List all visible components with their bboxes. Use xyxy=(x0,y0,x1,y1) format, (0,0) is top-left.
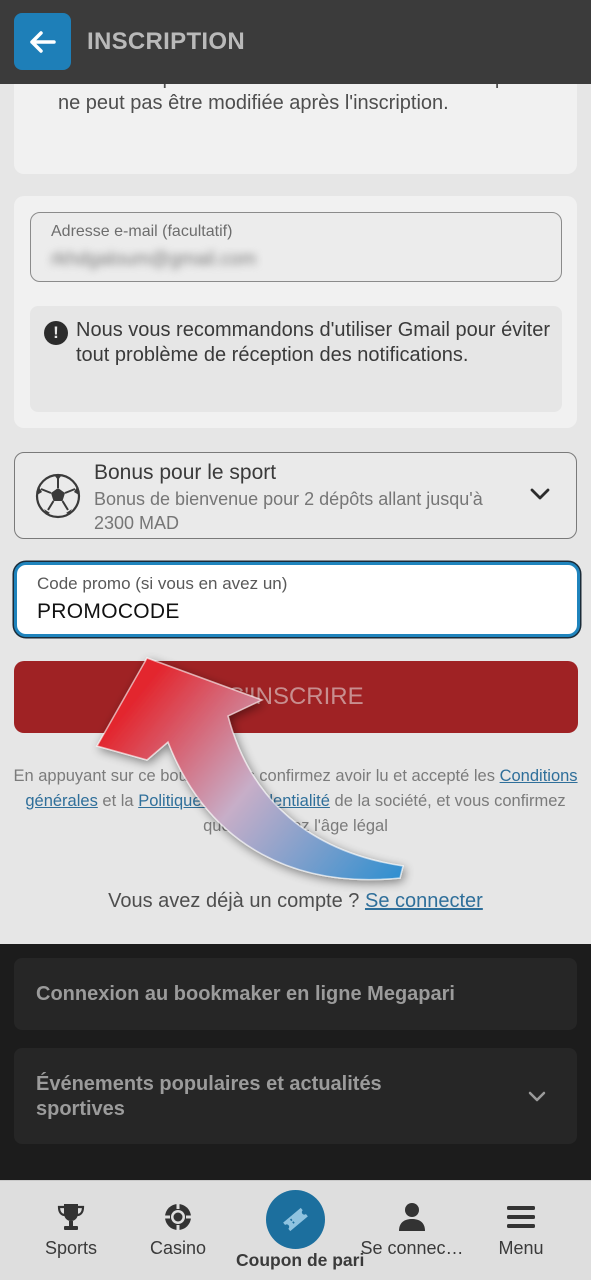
nav-label: Menu xyxy=(498,1238,544,1258)
nav-label: Se connec… xyxy=(360,1238,464,1258)
exclamation-icon: ! xyxy=(44,321,68,345)
currency-card: faire des dépôts et des retraits. La dev… xyxy=(14,84,577,174)
registration-form: faire des dépôts et des retraits. La dev… xyxy=(0,84,591,944)
promo-code-field[interactable]: Code promo (si vous en avez un) PROMOCOD… xyxy=(14,562,580,637)
nav-label: Coupon de pari xyxy=(236,1250,365,1270)
accordion-events[interactable]: Événements populaires et actualités spor… xyxy=(14,1048,577,1144)
soccer-ball-icon xyxy=(35,473,81,519)
currency-note: faire des dépôts et des retraits. La dev… xyxy=(58,84,523,114)
hamburger-icon xyxy=(507,1206,535,1228)
bottom-nav: Sports Casino Coupon de pari Se connec… … xyxy=(0,1180,591,1280)
ticket-icon xyxy=(283,1207,308,1232)
app-header: INSCRIPTION xyxy=(0,0,591,84)
promo-input[interactable]: PROMOCODE xyxy=(37,600,537,624)
user-icon xyxy=(399,1203,425,1231)
login-link[interactable]: Se connecter xyxy=(365,890,483,912)
terms-connector: et la xyxy=(102,792,134,810)
nav-menu[interactable]: Menu xyxy=(462,1181,580,1280)
info-section: Connexion au bookmaker en ligne Megapari… xyxy=(0,944,591,1180)
bonus-title: Bonus pour le sport xyxy=(94,461,277,484)
email-value: rkhdgaloum@gmail.com xyxy=(51,249,257,270)
gmail-notice: ! Nous vous recommandons d'utiliser Gmai… xyxy=(30,306,562,412)
accordion-title: Connexion au bookmaker en ligne Megapari xyxy=(36,983,455,1005)
promo-label: Code promo (si vous en avez un) xyxy=(37,574,288,593)
login-prompt-text: Vous avez déjà un compte ? xyxy=(108,890,360,912)
nav-label: Casino xyxy=(149,1238,207,1258)
back-button[interactable] xyxy=(14,13,71,70)
register-button[interactable]: S'INSCRIRE xyxy=(14,661,578,733)
nav-bet-slip[interactable]: Coupon de pari xyxy=(236,1181,365,1280)
notice-text: Nous vous recommandons d'utiliser Gmail … xyxy=(76,319,551,366)
bonus-select[interactable]: Bonus pour le sport Bonus de bienvenue p… xyxy=(14,452,577,539)
trophy-icon xyxy=(57,1204,85,1230)
chevron-down-icon xyxy=(530,488,550,500)
casino-chip-icon xyxy=(165,1204,191,1230)
nav-login[interactable]: Se connec… xyxy=(353,1181,471,1280)
login-prompt: Vous avez déjà un compte ? Se connecter xyxy=(0,890,591,913)
chevron-down-icon xyxy=(528,1091,546,1102)
page-title: INSCRIPTION xyxy=(87,28,245,55)
coupon-circle xyxy=(266,1190,325,1249)
nav-sports[interactable]: Sports xyxy=(12,1181,130,1280)
bonus-description: Bonus de bienvenue pour 2 dépôts allant … xyxy=(94,489,483,533)
privacy-link[interactable]: Politique de confidentialité xyxy=(138,792,330,810)
email-card: Adresse e-mail (facultatif) rkhdgaloum@g… xyxy=(14,196,577,428)
accordion-megapari[interactable]: Connexion au bookmaker en ligne Megapari xyxy=(14,958,577,1030)
nav-casino[interactable]: Casino xyxy=(119,1181,237,1280)
email-label: Adresse e-mail (facultatif) xyxy=(51,223,233,240)
nav-label: Sports xyxy=(44,1238,98,1258)
email-field[interactable]: Adresse e-mail (facultatif) rkhdgaloum@g… xyxy=(30,212,562,282)
arrow-left-icon xyxy=(29,30,56,53)
terms-text: En appuyant sur ce bouton, vous confirme… xyxy=(10,764,581,839)
terms-prefix: En appuyant sur ce bouton, vous confirme… xyxy=(13,767,495,785)
accordion-title: Événements populaires et actualités spor… xyxy=(36,1073,382,1120)
